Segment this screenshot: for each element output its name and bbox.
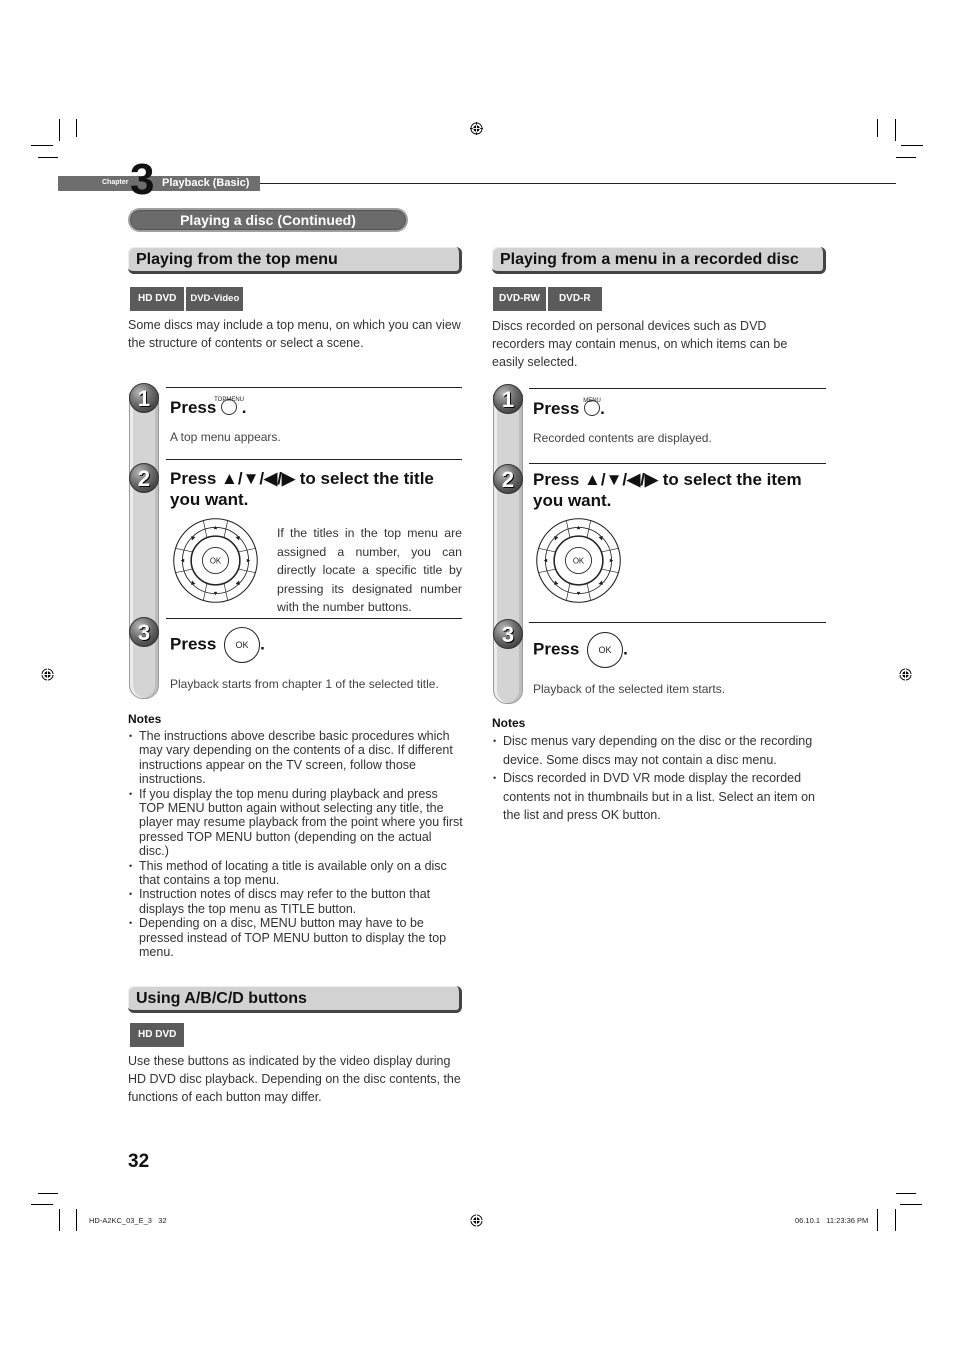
right-section-heading: Playing from a menu in a recorded disc: [492, 247, 826, 274]
notes-title: Notes: [492, 716, 526, 730]
crop-mark: [901, 145, 923, 146]
step-divider: [529, 622, 826, 623]
crop-mark: [895, 1209, 896, 1231]
step-divider: [166, 459, 462, 460]
svg-text:OK: OK: [210, 557, 222, 566]
step-1-description: Recorded contents are displayed.: [533, 431, 712, 445]
menu-button-icon: MENU: [583, 398, 601, 416]
header-rule: [260, 183, 896, 184]
disc-badge: DVD-R: [547, 287, 602, 311]
ok-button-icon: OK: [587, 632, 624, 668]
disc-badge: DVD-Video: [186, 287, 244, 311]
step-3-description: Playback of the selected item starts.: [533, 682, 726, 696]
crop-mark: [59, 1209, 60, 1231]
left-intro: Some discs may include a top menu, on wh…: [128, 318, 461, 350]
step-2-title: Press ▲/▼/◀/▶ to select the item you wan…: [533, 470, 802, 510]
crop-mark: [895, 119, 896, 141]
page-number: 32: [128, 1151, 150, 1172]
ok-button-icon: OK: [224, 627, 261, 663]
step-number-3: 3: [493, 619, 523, 649]
abcd-section-heading: Using A/B/C/D buttons: [128, 986, 462, 1013]
right-intro: Discs recorded on personal devices such …: [492, 319, 788, 369]
note-item: This method of locating a title is avail…: [128, 859, 464, 888]
abcd-disc-badges: HD DVD: [130, 1023, 185, 1047]
step-number-1: 1: [129, 383, 159, 413]
step-divider: [529, 463, 826, 464]
registration-mark-icon: [470, 122, 483, 135]
step-1-title: Press TOPMENU .: [170, 397, 247, 417]
crop-mark: [76, 119, 77, 137]
crop-mark: [38, 157, 58, 158]
step-number-3: 3: [129, 617, 159, 647]
step-divider: [166, 618, 462, 619]
step-2-title: Press ▲/▼/◀/▶ to select the title you wa…: [170, 469, 434, 509]
dpad-icon: OK: [536, 518, 621, 603]
step-1-title: Press MENU.: [533, 398, 605, 418]
disc-badge: HD DVD: [130, 1023, 185, 1047]
registration-mark-icon: [899, 668, 912, 681]
chapter-title: Playback (Basic): [162, 177, 250, 189]
note-item: The instructions above describe basic pr…: [128, 729, 464, 787]
footer-file-id: HD-A2KC_03_E_3 32: [89, 1216, 167, 1225]
registration-mark-icon: [470, 1214, 483, 1227]
right-disc-badges: DVD-RW DVD-R: [493, 287, 602, 311]
step-number-1: 1: [493, 384, 523, 414]
registration-mark-icon: [41, 668, 54, 681]
top-menu-button-icon: TOPMENU: [214, 397, 244, 415]
note-item: Depending on a disc, MENU button may hav…: [128, 916, 464, 959]
dpad-icon: OK: [173, 518, 258, 603]
disc-badge: DVD-RW: [493, 287, 546, 311]
crop-mark: [896, 1193, 916, 1194]
crop-mark: [76, 1209, 77, 1231]
right-notes-list: Disc menus vary depending on the disc or…: [492, 732, 827, 825]
step-number-2: 2: [129, 463, 159, 493]
steps-rail: [493, 394, 523, 704]
svg-text:OK: OK: [573, 557, 585, 566]
step-3-title: Press OK.: [533, 632, 628, 668]
footer-timestamp: 06.10.1 11:23:36 PM: [795, 1216, 869, 1225]
crop-mark: [896, 157, 916, 158]
crop-mark: [31, 1204, 53, 1205]
disc-badge: HD DVD: [130, 287, 185, 311]
step-3-description: Playback starts from chapter 1 of the se…: [170, 677, 439, 691]
steps-rail: [129, 393, 159, 699]
note-item: Disc menus vary depending on the disc or…: [492, 732, 827, 769]
chapter-number: 3: [130, 155, 155, 204]
left-section-heading: Playing from the top menu: [128, 247, 462, 274]
step-divider: [529, 388, 826, 389]
chapter-label: Chapter: [102, 179, 129, 186]
section-title: Playing a disc (Continued): [128, 208, 408, 232]
crop-mark: [31, 145, 53, 146]
left-notes-list: The instructions above describe basic pr…: [128, 729, 464, 960]
step-1-description: A top menu appears.: [170, 430, 281, 444]
crop-mark: [877, 1209, 878, 1231]
abcd-description: Use these buttons as indicated by the vi…: [128, 1054, 461, 1104]
step-3-title: Press OK.: [170, 627, 265, 663]
step-2-description: If the titles in the top menu are assign…: [277, 526, 462, 614]
note-item: Discs recorded in DVD VR mode display th…: [492, 769, 827, 825]
crop-mark: [877, 119, 878, 137]
left-disc-badges: HD DVD DVD-Video: [130, 287, 244, 311]
step-divider: [166, 387, 462, 388]
crop-mark: [900, 1204, 922, 1205]
note-item: If you display the top menu during playb…: [128, 787, 464, 859]
step-number-2: 2: [493, 464, 523, 494]
notes-title: Notes: [128, 712, 162, 726]
note-item: Instruction notes of discs may refer to …: [128, 887, 464, 916]
crop-mark: [38, 1193, 58, 1194]
crop-mark: [59, 119, 60, 141]
